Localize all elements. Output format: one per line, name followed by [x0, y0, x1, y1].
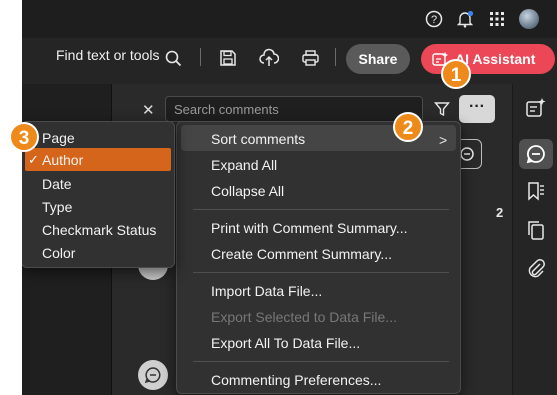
menu-item-import-data[interactable]: Import Data File...	[211, 283, 322, 299]
comments-options-menu: Sort comments > Expand All Collapse All …	[176, 121, 461, 394]
menu-item-export-selected: Export Selected to Data File...	[211, 309, 397, 325]
ai-assistant-rail-icon[interactable]	[525, 97, 547, 119]
more-options-button[interactable]: ···	[459, 95, 495, 123]
sort-option-checkmark-status[interactable]: Checkmark Status	[42, 222, 156, 238]
comment-bubble-icon[interactable]	[138, 360, 168, 390]
menu-item-print-summary[interactable]: Print with Comment Summary...	[211, 220, 408, 236]
comment-icon	[144, 367, 161, 384]
sort-option-type[interactable]: Type	[42, 199, 72, 215]
comment-rail-icon[interactable]	[525, 143, 547, 165]
callout-badge-3: 3	[9, 122, 39, 152]
apps-grid-icon[interactable]	[488, 10, 506, 28]
save-icon[interactable]	[219, 49, 237, 67]
notification-bell-icon[interactable]	[456, 10, 474, 28]
chevron-right-icon: >	[439, 132, 448, 148]
checkmark-icon: ✓	[28, 152, 39, 167]
attachment-icon[interactable]	[525, 258, 547, 280]
search-comments-input[interactable]: Search comments	[165, 96, 423, 122]
filter-icon[interactable]	[434, 101, 450, 117]
copy-pages-icon[interactable]	[525, 219, 547, 241]
callout-badge-2: 2	[393, 112, 423, 142]
cloud-upload-icon[interactable]	[259, 48, 279, 68]
help-icon[interactable]: ?	[425, 10, 443, 28]
find-text-label[interactable]: Find text or tools	[56, 47, 160, 63]
sort-option-color[interactable]: Color	[42, 245, 75, 261]
menu-item-sort-comments[interactable]: Sort comments	[211, 131, 305, 147]
callout-badge-1: 1	[441, 59, 471, 89]
toolbar-divider	[335, 48, 336, 66]
menu-divider	[193, 209, 449, 210]
acrobat-window: ? Find text or tools Share AI Assistant …	[22, 0, 557, 395]
search-icon[interactable]	[165, 50, 182, 67]
share-button[interactable]: Share	[346, 44, 410, 74]
toolbar-divider	[200, 48, 201, 66]
svg-text:?: ?	[431, 14, 437, 26]
menu-item-create-summary[interactable]: Create Comment Summary...	[211, 246, 392, 262]
close-icon[interactable]: ✕	[142, 101, 155, 119]
sort-option-author[interactable]: Author	[42, 152, 83, 168]
comment-count: 2	[496, 205, 504, 220]
menu-item-commenting-preferences[interactable]: Commenting Preferences...	[211, 372, 381, 388]
sort-option-date[interactable]: Date	[42, 176, 72, 192]
menu-item-export-all[interactable]: Export All To Data File...	[211, 335, 360, 351]
top-bar	[22, 0, 557, 38]
menu-item-collapse-all[interactable]: Collapse All	[211, 183, 284, 199]
sort-submenu: Page ✓ Author Date Type Checkmark Status…	[22, 121, 175, 268]
menu-divider	[193, 361, 449, 362]
menu-divider	[193, 272, 449, 273]
bookmark-icon[interactable]	[525, 180, 547, 202]
user-avatar[interactable]	[519, 9, 539, 29]
sort-option-page[interactable]: Page	[42, 130, 75, 146]
menu-item-expand-all[interactable]: Expand All	[211, 157, 277, 173]
print-icon[interactable]	[301, 49, 320, 67]
comment-icon	[460, 147, 474, 161]
